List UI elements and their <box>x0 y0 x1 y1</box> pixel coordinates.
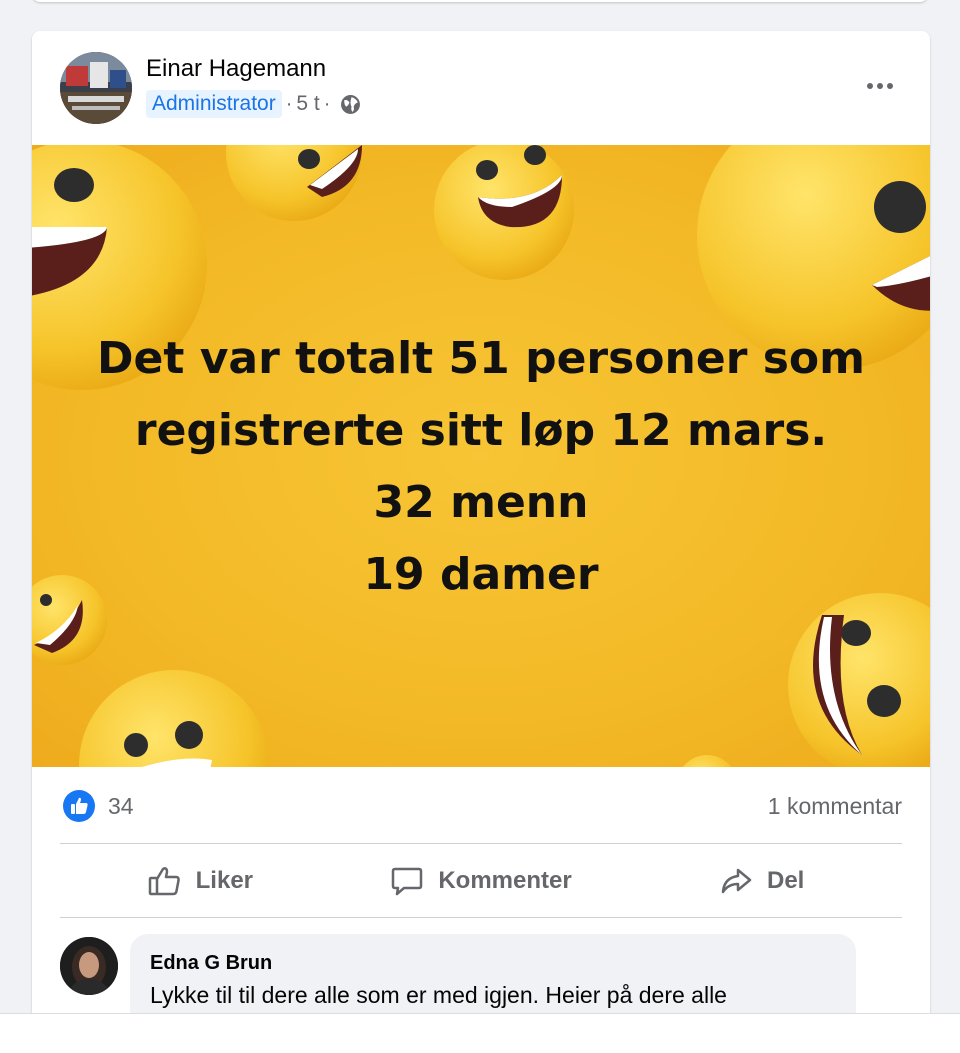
previous-post-card <box>32 0 928 2</box>
comment-button[interactable]: Kommenter <box>341 845 622 917</box>
like-label: Liker <box>195 867 254 894</box>
comment-label: Kommenter <box>438 867 572 894</box>
like-reaction-icon[interactable] <box>63 790 95 822</box>
post-meta: Administrator · 5 t · <box>146 89 361 119</box>
like-count[interactable]: 34 <box>108 793 134 820</box>
comment-text: Lykke til til dere alle som er med igjen… <box>150 982 727 1008</box>
commenter-avatar[interactable] <box>60 937 118 995</box>
like-button[interactable]: Liker <box>60 845 341 917</box>
share-button[interactable]: Del <box>621 845 902 917</box>
post-time[interactable]: 5 t <box>296 92 319 116</box>
meta-separator-2: · <box>323 92 331 115</box>
meta-separator: · <box>285 92 293 115</box>
divider <box>60 917 902 918</box>
comment-icon <box>392 867 423 896</box>
post-image-text: Det var totalt 51 personer som registrer… <box>32 323 930 611</box>
post-card: Einar Hagemann Administrator · 5 t · Det… <box>32 31 930 1052</box>
image-text-line-4: 19 damer <box>363 549 599 600</box>
share-icon <box>721 868 752 894</box>
comment-count[interactable]: 1 kommentar <box>768 793 902 820</box>
comment-author[interactable]: Edna G Brun <box>150 952 272 975</box>
reaction-stats: 34 1 kommentar <box>32 781 930 831</box>
author-name[interactable]: Einar Hagemann <box>146 55 326 83</box>
post-image[interactable]: Det var totalt 51 personer som registrer… <box>32 145 930 767</box>
thumbs-up-icon <box>148 867 180 896</box>
more-options-button[interactable] <box>860 71 900 101</box>
role-badge: Administrator <box>146 90 282 118</box>
page-bottom-area <box>0 1013 960 1053</box>
action-bar: Liker Kommenter Del <box>60 845 902 917</box>
more-horizontal-icon <box>867 83 873 89</box>
globe-icon <box>341 94 361 114</box>
image-text-line-3: 32 menn <box>373 477 589 528</box>
image-text-line-1: Det var totalt 51 personer som <box>97 333 865 384</box>
image-text-line-2: registrerte sitt løp 12 mars. <box>134 405 828 456</box>
author-avatar[interactable] <box>60 52 132 124</box>
divider <box>60 843 902 844</box>
share-label: Del <box>767 867 805 894</box>
post-header: Einar Hagemann Administrator · 5 t · <box>32 31 930 143</box>
